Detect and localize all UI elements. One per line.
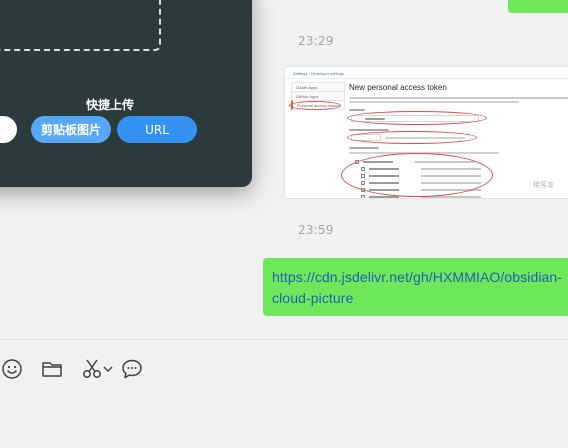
- screenshot-text-line: [349, 101, 519, 103]
- upload-option-button[interactable]: [0, 116, 17, 143]
- annotation-oval: [347, 131, 477, 144]
- annotation-oval: [289, 101, 341, 110]
- emoji-icon: [1, 358, 23, 380]
- quick-upload-title: 快捷上传: [86, 98, 135, 112]
- chat-bubble-icon: [121, 358, 143, 380]
- folder-icon: [41, 359, 63, 379]
- screenshot-divider: [285, 78, 568, 79]
- chevron-down-icon: [103, 365, 113, 373]
- message-link-line[interactable]: https://cdn.jsdelivr.net/gh/HXMMIAO/obsi…: [272, 267, 568, 288]
- annotation-oval: [341, 153, 493, 197]
- annotation-oval: [347, 111, 487, 125]
- screenshot-breadcrumb: Settings / Developer settings: [293, 71, 344, 76]
- screenshot-text-line: [349, 147, 379, 149]
- screenshot-page-title: New personal access token: [349, 83, 447, 92]
- url-upload-button[interactable]: URL: [117, 116, 197, 143]
- chat-history-button[interactable]: [120, 358, 144, 380]
- upload-panel: 快捷上传 剪贴板图片 URL: [0, 0, 252, 187]
- message-link-line[interactable]: cloud-picture: [272, 288, 568, 309]
- screenshot-text-line: [349, 97, 568, 99]
- clipboard-image-button[interactable]: 剪贴板图片: [31, 116, 111, 143]
- screenshot-watermark: 稀客笔: [533, 182, 554, 189]
- image-message[interactable]: Settings / Developer settings OAuth Apps…: [284, 66, 568, 199]
- scissors-icon: [81, 358, 103, 380]
- message-input-toolbar: [0, 340, 568, 448]
- message-timestamp: 23:29: [298, 34, 334, 48]
- screenshot-button[interactable]: [80, 358, 104, 380]
- message-timestamp: 23:59: [298, 223, 334, 237]
- emoji-button[interactable]: [0, 358, 24, 380]
- previous-message-bubble[interactable]: [508, 0, 568, 13]
- send-file-button[interactable]: [40, 358, 64, 380]
- link-message-bubble[interactable]: https://cdn.jsdelivr.net/gh/HXMMIAO/obsi…: [263, 258, 568, 316]
- screenshot-text-line: [349, 109, 365, 111]
- screenshot-options-button[interactable]: [103, 358, 113, 380]
- upload-dropzone[interactable]: [0, 0, 161, 51]
